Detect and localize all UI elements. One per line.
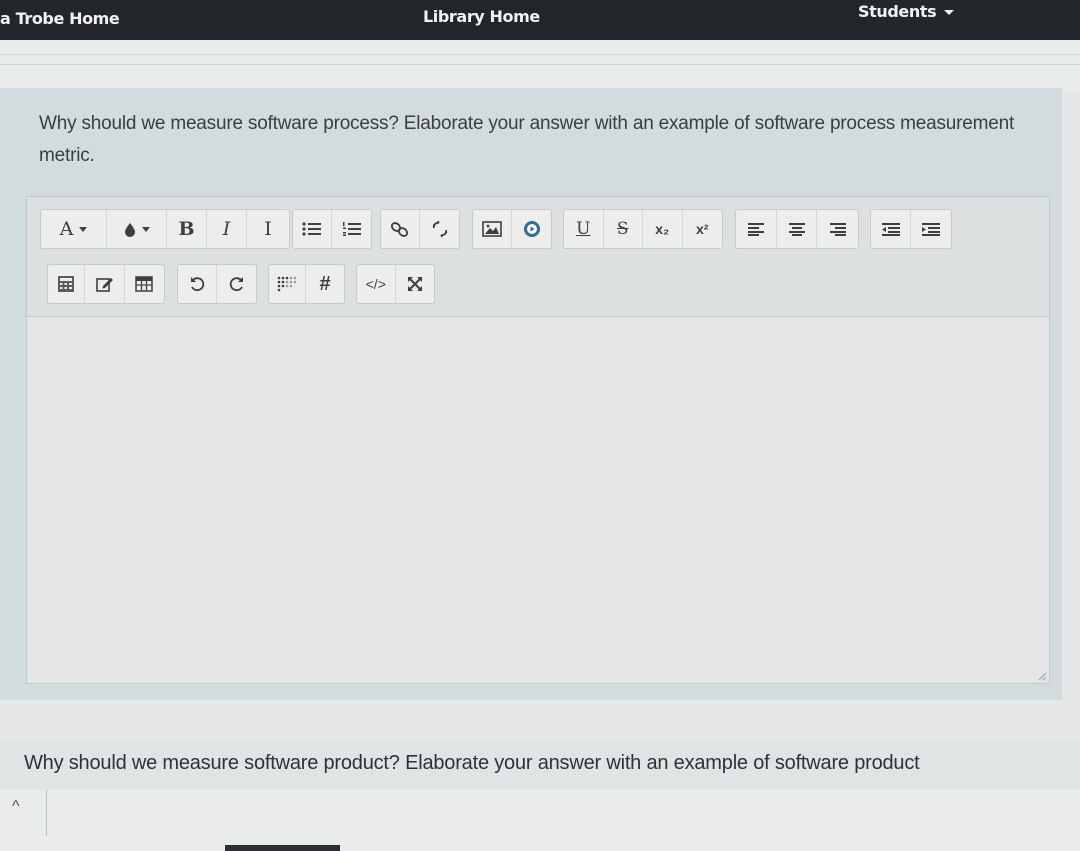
outdent-icon [881, 223, 900, 236]
toolbar-group-format: A B I I [40, 209, 290, 249]
caret-down-icon [944, 10, 955, 15]
resize-handle-icon[interactable] [1037, 671, 1047, 681]
question-2-card: Why should we measure software product? … [0, 740, 1080, 790]
toolbar-group-tables [47, 264, 165, 304]
fullscreen-icon [407, 277, 422, 291]
insert-image-button[interactable] [473, 210, 513, 248]
pencil-edit-icon [95, 278, 113, 292]
undo-button[interactable] [178, 265, 218, 303]
font-style-label: A [59, 218, 74, 240]
nav-latrobe-home[interactable]: a Trobe Home [0, 9, 120, 28]
align-right-button[interactable] [817, 210, 858, 248]
toolbar-group-indent [870, 209, 952, 249]
toolbar-group-media [472, 209, 552, 249]
insert-table-button[interactable] [125, 265, 164, 303]
bottom-area: ^ [0, 790, 1080, 851]
divider [46, 790, 47, 836]
toolbar-group-view: </> [356, 264, 435, 304]
ordered-list-button[interactable] [332, 210, 371, 248]
nav-students-dropdown[interactable]: Students [858, 2, 955, 21]
table-icon [135, 276, 154, 292]
bullet-list-icon [302, 222, 321, 236]
html-source-button[interactable]: </> [357, 265, 396, 303]
toolbar-group-special: # [268, 264, 345, 304]
chevron-up-icon[interactable]: ^ [12, 798, 20, 816]
toolbar-group-align [735, 209, 859, 249]
bold-button[interactable]: B [167, 210, 207, 248]
undo-icon [191, 277, 205, 292]
insert-link-button[interactable] [381, 210, 421, 248]
edit-button[interactable] [85, 265, 125, 303]
grid-dots-icon [277, 276, 297, 292]
accessibility-checker-button[interactable] [269, 265, 307, 303]
unordered-list-button[interactable] [293, 210, 333, 248]
nav-library-home[interactable]: Library Home [423, 7, 540, 26]
media-play-icon [523, 221, 540, 237]
numbered-list-icon [342, 222, 361, 236]
unlink-icon [432, 220, 447, 238]
ink-drop-icon [124, 222, 135, 237]
align-right-icon [829, 223, 846, 236]
chevron-down-icon [141, 226, 150, 232]
special-chars-button[interactable]: # [306, 265, 344, 303]
indent-icon [922, 223, 940, 236]
insert-equation-button[interactable] [48, 265, 86, 303]
toolbar-group-links [380, 209, 460, 249]
toolbar-group-lists [292, 209, 372, 249]
toolbar-group-history [177, 264, 257, 304]
italic-button[interactable]: I [207, 210, 247, 248]
toolbar-group-text-decoration: U S x₂ x² [563, 209, 723, 249]
align-center-button[interactable] [777, 210, 818, 248]
question-card: Why should we measure software process? … [0, 88, 1062, 700]
question-text: Why should we measure software process? … [39, 113, 1015, 166]
font-style-button[interactable]: A [41, 210, 107, 248]
header-strip [0, 40, 1080, 92]
redo-icon [229, 277, 243, 292]
image-icon [482, 221, 502, 237]
text-color-button[interactable] [107, 210, 167, 248]
rich-text-editor: A B I I U S x₂ x² # </> [26, 196, 1050, 684]
editor-toolbar: A B I I U S x₂ x² # </> [27, 197, 1049, 317]
chevron-down-icon [79, 226, 88, 232]
outdent-button[interactable] [871, 210, 912, 248]
link-icon [390, 222, 409, 237]
scroll-indicator [225, 845, 340, 851]
strikethrough-button[interactable]: S [604, 210, 643, 248]
clear-formatting-button[interactable]: I [247, 210, 289, 248]
redo-button[interactable] [217, 265, 256, 303]
calculator-icon [58, 276, 75, 292]
nav-students-label: Students [858, 2, 937, 21]
align-center-icon [788, 223, 805, 236]
align-left-button[interactable] [736, 210, 777, 248]
fullscreen-button[interactable] [396, 265, 435, 303]
insert-media-button[interactable] [512, 210, 551, 248]
underline-button[interactable]: U [564, 210, 604, 248]
question-2-text: Why should we measure software product? … [24, 752, 920, 774]
superscript-button[interactable]: x² [683, 210, 722, 248]
align-left-icon [747, 223, 764, 236]
subscript-button[interactable]: x₂ [643, 210, 683, 248]
indent-button[interactable] [911, 210, 951, 248]
answer-textarea[interactable] [27, 317, 1049, 683]
remove-link-button[interactable] [420, 210, 459, 248]
top-nav: a Trobe Home Library Home Students [0, 0, 1080, 40]
